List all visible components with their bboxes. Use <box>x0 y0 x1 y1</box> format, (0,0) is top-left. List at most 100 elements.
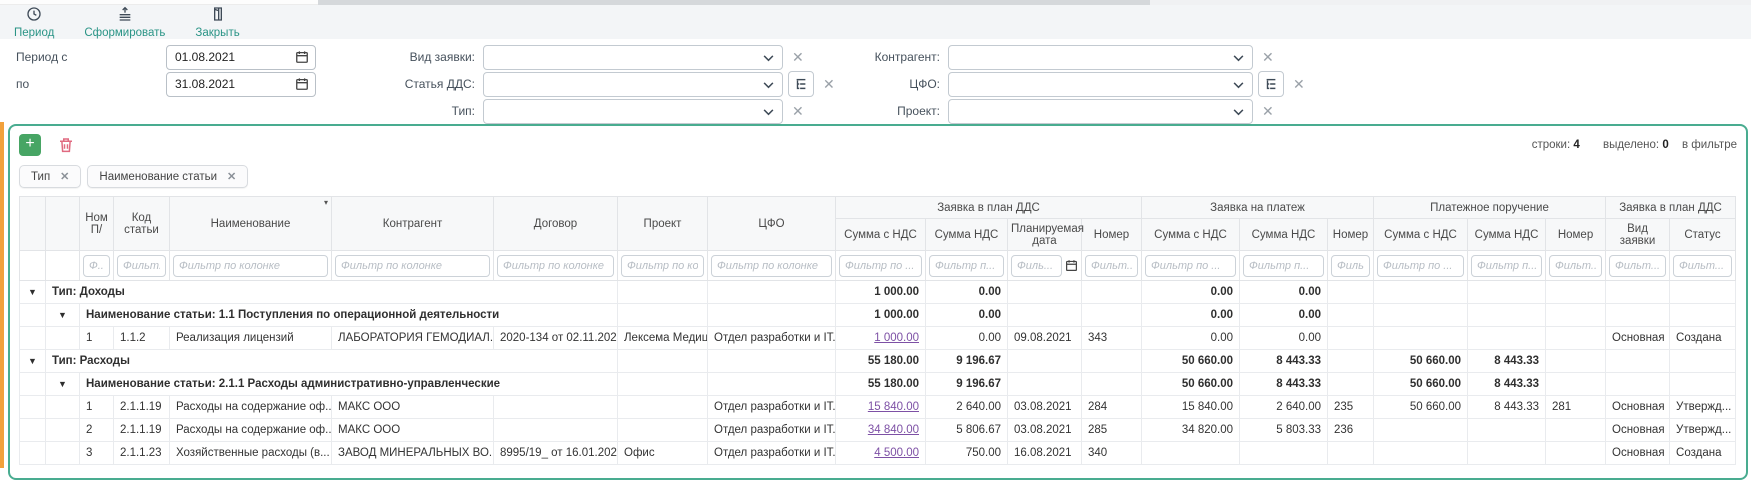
dds-article-tree-button[interactable] <box>788 71 814 97</box>
sum-link[interactable]: 34 840.00 <box>868 424 919 436</box>
cell-plan_num[interactable]: 284 <box>1082 396 1142 419</box>
cell-contragent[interactable]: МАКС ООО <box>332 396 494 419</box>
cell-code[interactable]: 1.1.2 <box>114 327 170 350</box>
cell-pp_vat[interactable] <box>1468 281 1546 304</box>
cell-cfo[interactable]: Отдел разработки и IT... <box>708 419 836 442</box>
cell-pay_sum[interactable]: 0.00 <box>1142 281 1240 304</box>
cell-code[interactable]: 2.1.1.19 <box>114 419 170 442</box>
column-header-plan_date[interactable]: Планируемая дата <box>1008 219 1082 251</box>
cell-num[interactable]: 1 <box>80 327 114 350</box>
row-expander-icon[interactable]: ▼ <box>20 350 46 373</box>
table-row[interactable]: 32.1.1.23Хозяйственные расходы (в...ЗАВО… <box>20 442 1736 465</box>
cell-pp_vat[interactable] <box>1468 419 1546 442</box>
cell-cfo[interactable]: Отдел разработки и IT... <box>708 396 836 419</box>
cell-status[interactable] <box>1670 373 1736 396</box>
column-header-pay_num[interactable]: Номер <box>1328 219 1374 251</box>
cell-plan_vat[interactable]: 9 196.67 <box>926 373 1008 396</box>
request-type-select[interactable] <box>483 45 783 70</box>
counterparty-select[interactable] <box>948 45 1253 70</box>
column-header-plan_num[interactable]: Номер <box>1082 219 1142 251</box>
column-header-pp_vat[interactable]: Сумма НДС <box>1468 219 1546 251</box>
cell-status[interactable] <box>1670 281 1736 304</box>
cell-status[interactable]: Утвержд... <box>1670 419 1736 442</box>
cell-cfo[interactable] <box>708 281 836 304</box>
table-row[interactable]: 22.1.1.19Расходы на содержание оф...МАКС… <box>20 419 1736 442</box>
cell-plan_sum[interactable]: 4 500.00 <box>836 442 926 465</box>
cell-pp_num[interactable] <box>1546 419 1606 442</box>
cell-vid[interactable]: Основная <box>1606 442 1670 465</box>
type-clear-icon[interactable]: ✕ <box>792 104 804 118</box>
cell-exp1[interactable] <box>20 396 46 419</box>
column-header-plan_sum[interactable]: Сумма с НДС <box>836 219 926 251</box>
cell-pay_sum[interactable]: 34 820.00 <box>1142 419 1240 442</box>
cell-pay_vat[interactable]: 0.00 <box>1240 281 1328 304</box>
group-chip-type[interactable]: Тип ✕ <box>19 165 81 188</box>
table-group-row[interactable]: ▼Наименование статьи: 2.1.1 Расходы адми… <box>20 373 1736 396</box>
period-button[interactable]: Период <box>14 6 54 39</box>
cell-pay_num[interactable] <box>1328 442 1374 465</box>
cell-code[interactable]: 2.1.1.19 <box>114 396 170 419</box>
cell-plan_date[interactable]: 09.08.2021 <box>1008 327 1082 350</box>
cell-vid[interactable]: Основная <box>1606 327 1670 350</box>
column-header-pp_num[interactable]: Номер <box>1546 219 1606 251</box>
cell-dogovor[interactable]: 2020-134 от 02.11.2020 <box>494 327 618 350</box>
period-from-field[interactable] <box>166 45 316 70</box>
cell-plan_vat[interactable]: 0.00 <box>926 304 1008 327</box>
cell-exp2[interactable] <box>46 419 80 442</box>
cell-project[interactable] <box>618 373 708 396</box>
cell-plan_num[interactable] <box>1082 373 1142 396</box>
cell-project[interactable] <box>618 350 708 373</box>
cell-plan_num[interactable]: 285 <box>1082 419 1142 442</box>
cell-pay_num[interactable]: 236 <box>1328 419 1374 442</box>
cell-exp2[interactable] <box>46 396 80 419</box>
column-header-pay_vat[interactable]: Сумма НДС <box>1240 219 1328 251</box>
delete-row-button[interactable] <box>57 136 75 154</box>
cell-pay_vat[interactable]: 2 640.00 <box>1240 396 1328 419</box>
period-from-input[interactable] <box>166 45 316 70</box>
cell-plan_date[interactable]: 03.08.2021 <box>1008 419 1082 442</box>
filter-input-plan_num[interactable] <box>1085 255 1138 277</box>
cell-pay_sum[interactable] <box>1142 442 1240 465</box>
table-group-row[interactable]: ▼Наименование статьи: 1.1 Поступления по… <box>20 304 1736 327</box>
row-expander-icon[interactable]: ▼ <box>20 281 46 304</box>
cell-cfo[interactable] <box>708 373 836 396</box>
cell-pay_num[interactable] <box>1328 327 1374 350</box>
row-expander-icon[interactable]: ▼ <box>46 304 80 327</box>
cell-contragent[interactable]: ЛАБОРАТОРИЯ ГЕМОДИАЛ... <box>332 327 494 350</box>
cell-dogovor[interactable]: 8995/19_ от 16.01.2020 <box>494 442 618 465</box>
cell-project[interactable]: Лексема Медиц... <box>618 327 708 350</box>
project-clear-icon[interactable]: ✕ <box>1262 104 1274 118</box>
cell-plan_num[interactable]: 340 <box>1082 442 1142 465</box>
filter-input-num[interactable] <box>83 255 110 277</box>
cell-pay_vat[interactable]: 8 443.33 <box>1240 350 1328 373</box>
table-row[interactable]: 12.1.1.19Расходы на содержание оф...МАКС… <box>20 396 1736 419</box>
filter-input-dogovor[interactable] <box>497 255 614 277</box>
filter-input-status[interactable] <box>1673 255 1732 277</box>
cell-pay_sum[interactable]: 15 840.00 <box>1142 396 1240 419</box>
cell-plan_sum[interactable]: 1 000.00 <box>836 281 926 304</box>
cell-pp_vat[interactable] <box>1468 442 1546 465</box>
close-button[interactable]: Закрыть <box>195 6 239 39</box>
cell-pp_num[interactable] <box>1546 281 1606 304</box>
cfo-clear-icon[interactable]: ✕ <box>1293 77 1305 91</box>
table-group-row[interactable]: ▼Тип: Расходы55 180.009 196.6750 660.008… <box>20 350 1736 373</box>
cell-cfo[interactable]: Отдел разработки и IT... <box>708 327 836 350</box>
cell-name[interactable]: Расходы на содержание оф... <box>170 396 332 419</box>
cfo-select[interactable] <box>948 72 1253 97</box>
column-header-num[interactable]: Ном П/ <box>80 197 114 251</box>
filter-input-cfo[interactable] <box>711 255 832 277</box>
cell-pay_sum[interactable]: 50 660.00 <box>1142 350 1240 373</box>
cell-pp_vat[interactable] <box>1468 304 1546 327</box>
cell-vid[interactable] <box>1606 281 1670 304</box>
column-header-pp_sum[interactable]: Сумма с НДС <box>1374 219 1468 251</box>
cell-pay_vat[interactable]: 5 803.33 <box>1240 419 1328 442</box>
request-type-clear-icon[interactable]: ✕ <box>792 50 804 64</box>
period-to-field[interactable] <box>166 72 316 97</box>
filter-input-pay_sum[interactable] <box>1145 255 1236 277</box>
filter-input-project[interactable] <box>621 255 704 277</box>
cell-plan_vat[interactable]: 0.00 <box>926 281 1008 304</box>
cell-project[interactable] <box>618 396 708 419</box>
column-header-dogovor[interactable]: Договор <box>494 197 618 251</box>
column-header-project[interactable]: Проект <box>618 197 708 251</box>
sum-link[interactable]: 1 000.00 <box>874 332 919 344</box>
